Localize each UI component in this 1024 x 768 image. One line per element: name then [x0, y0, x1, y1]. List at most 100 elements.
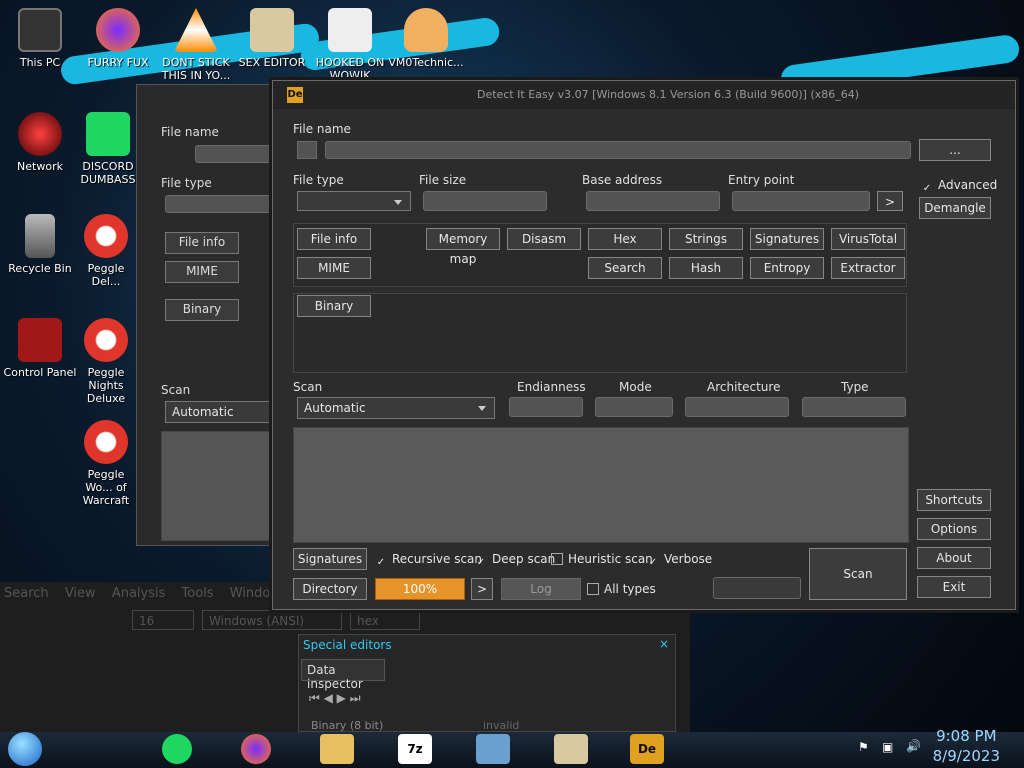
volume-icon[interactable]: 🔊: [906, 739, 921, 753]
endianness-label: Endianness: [517, 380, 586, 394]
signatures-button[interactable]: Signatures: [750, 228, 824, 250]
encoding-combo[interactable]: Windows (ANSI): [202, 610, 342, 630]
scan-results-area: [293, 427, 909, 543]
menu-view[interactable]: View: [65, 586, 96, 601]
next-button[interactable]: >: [471, 578, 493, 600]
file-type-combo[interactable]: [297, 191, 411, 211]
heuristic-scan-checkbox[interactable]: Heuristic scan: [551, 552, 653, 566]
flag-icon[interactable]: ⚑: [858, 740, 869, 754]
bg-file-name-label: File name: [161, 125, 219, 139]
menu-search[interactable]: Search: [4, 586, 49, 601]
file-name-input[interactable]: [325, 141, 911, 159]
bg-file-type-combo[interactable]: [165, 195, 275, 213]
shortcuts-button[interactable]: Shortcuts: [917, 489, 991, 511]
log-button[interactable]: Log: [501, 578, 581, 600]
desktop-icon-discord[interactable]: DISCORD DUMBASS: [78, 112, 138, 186]
network-icon: [18, 112, 62, 156]
taskbar-task-manager-icon[interactable]: [476, 734, 510, 764]
all-types-checkbox[interactable]: All types: [587, 582, 656, 596]
recursive-scan-checkbox[interactable]: ✓ Recursive scan: [375, 552, 482, 569]
display-mode-combo[interactable]: hex: [350, 610, 420, 630]
search-button[interactable]: Search: [588, 257, 662, 279]
options-button[interactable]: Options: [917, 518, 991, 540]
desktop-icon-hooked[interactable]: HOOKED ON WOWIK: [312, 8, 388, 82]
icon-label: Control Panel: [3, 366, 77, 379]
file-type-label: File type: [293, 173, 344, 187]
icon-label: FURRY FUX: [87, 56, 149, 69]
entry-point-label: Entry point: [728, 173, 795, 187]
taskbar-firefox-icon[interactable]: [241, 734, 271, 764]
memory-map-button[interactable]: Memory map: [426, 228, 500, 266]
bytes-per-row-combo[interactable]: 16: [132, 610, 194, 630]
type-field: [802, 397, 906, 417]
chevron-down-icon: [478, 406, 486, 411]
file-info-button[interactable]: File info: [297, 228, 371, 250]
desktop-icon-this-pc[interactable]: This PC: [2, 8, 78, 69]
desktop-icon-vlc[interactable]: DONT STICK THIS IN YO...: [158, 8, 234, 82]
scan-mode-combo[interactable]: Automatic: [297, 397, 495, 419]
advanced-checkbox[interactable]: ✓ Advanced: [921, 178, 997, 195]
taskbar-explorer-icon[interactable]: [320, 734, 354, 764]
bg-scan-combo[interactable]: Automatic: [165, 401, 275, 423]
file-size-label: File size: [419, 173, 467, 187]
desktop-icon-recycle-bin[interactable]: Recycle Bin: [2, 214, 78, 275]
desktop-icon-peggle-nights[interactable]: Peggle Nights Deluxe: [76, 318, 136, 405]
detect-it-easy-window[interactable]: De Detect It Easy v3.07 [Windows 8.1 Ver…: [272, 80, 1016, 610]
signatures-bottom-button[interactable]: Signatures: [293, 548, 367, 570]
desktop-icon-peggle-warcraft[interactable]: Peggle Wo... of Warcraft: [76, 420, 136, 507]
exit-button[interactable]: Exit: [917, 576, 991, 598]
icon-label: DONT STICK THIS IN YO...: [161, 56, 231, 82]
network-tray-icon[interactable]: ▣: [882, 740, 893, 754]
clock[interactable]: 9:08 PM 8/9/2023: [933, 726, 1000, 766]
about-button[interactable]: About: [917, 547, 991, 569]
virustotal-button[interactable]: VirusTotal: [831, 228, 905, 250]
bg-file-info-button[interactable]: File info: [165, 232, 239, 254]
taskbar-spotify-icon[interactable]: [162, 734, 192, 764]
desktop-icon-firefox[interactable]: FURRY FUX: [80, 8, 156, 69]
bg-file-name-input[interactable]: [195, 145, 275, 163]
recycle-bin-icon: [25, 214, 55, 258]
start-orb-icon[interactable]: [8, 732, 42, 766]
disasm-button[interactable]: Disasm: [507, 228, 581, 250]
bg-mime-button[interactable]: MIME: [165, 261, 239, 283]
tab-data-inspector[interactable]: Data inspector: [301, 659, 385, 691]
extractor-button[interactable]: Extractor: [831, 257, 905, 279]
icon-label: Network: [17, 160, 63, 173]
type-label: Type: [841, 380, 869, 394]
entry-point-go-button[interactable]: >: [877, 191, 903, 211]
bg-binary-button[interactable]: Binary: [165, 299, 239, 321]
file-name-checkbox[interactable]: [297, 141, 317, 159]
nav-first-icon[interactable]: ⏮ ◀ ▶ ⏭: [309, 691, 361, 706]
taskbar-hxd-icon[interactable]: [554, 734, 588, 764]
verbose-checkbox[interactable]: ✓ Verbose: [647, 552, 712, 569]
menu-analysis[interactable]: Analysis: [112, 586, 166, 601]
title-bar[interactable]: De Detect It Easy v3.07 [Windows 8.1 Ver…: [273, 81, 1015, 109]
scan-button[interactable]: Scan: [809, 548, 907, 600]
desktop-icon-network[interactable]: Network: [2, 112, 78, 173]
taskbar-7zip-icon[interactable]: 7z: [398, 734, 432, 764]
file-name-label: File name: [293, 122, 351, 136]
browse-button[interactable]: ...: [919, 139, 991, 161]
strings-button[interactable]: Strings: [669, 228, 743, 250]
hex-button[interactable]: Hex: [588, 228, 662, 250]
bg-output-area: [161, 431, 277, 541]
deep-scan-checkbox[interactable]: ✓ Deep scan: [475, 552, 555, 569]
binary-button[interactable]: Binary: [297, 295, 371, 317]
background-die-window[interactable]: File name File type File info MIME Binar…: [136, 84, 277, 546]
menu-tools[interactable]: Tools: [182, 586, 214, 601]
desktop-icon-vm0[interactable]: VM0Technic...: [388, 8, 464, 69]
clock-time: 9:08 PM: [936, 727, 997, 745]
desktop-icon-control-panel[interactable]: Control Panel: [2, 318, 78, 379]
desktop-icon-hxd[interactable]: SEX EDITOR: [234, 8, 310, 69]
demangle-button[interactable]: Demangle: [919, 197, 991, 219]
mime-button[interactable]: MIME: [297, 257, 371, 279]
directory-button[interactable]: Directory: [293, 578, 367, 600]
entropy-button[interactable]: Entropy: [750, 257, 824, 279]
special-editors-panel: Special editors × Data inspector ⏮ ◀ ▶ ⏭…: [298, 634, 676, 732]
architecture-label: Architecture: [707, 380, 781, 394]
close-icon[interactable]: ×: [659, 637, 669, 651]
hash-button[interactable]: Hash: [669, 257, 743, 279]
desktop-icon-peggle-deluxe[interactable]: Peggle Del...: [76, 214, 136, 288]
taskbar-die-icon[interactable]: De: [630, 734, 664, 764]
computer-icon: [18, 8, 62, 52]
